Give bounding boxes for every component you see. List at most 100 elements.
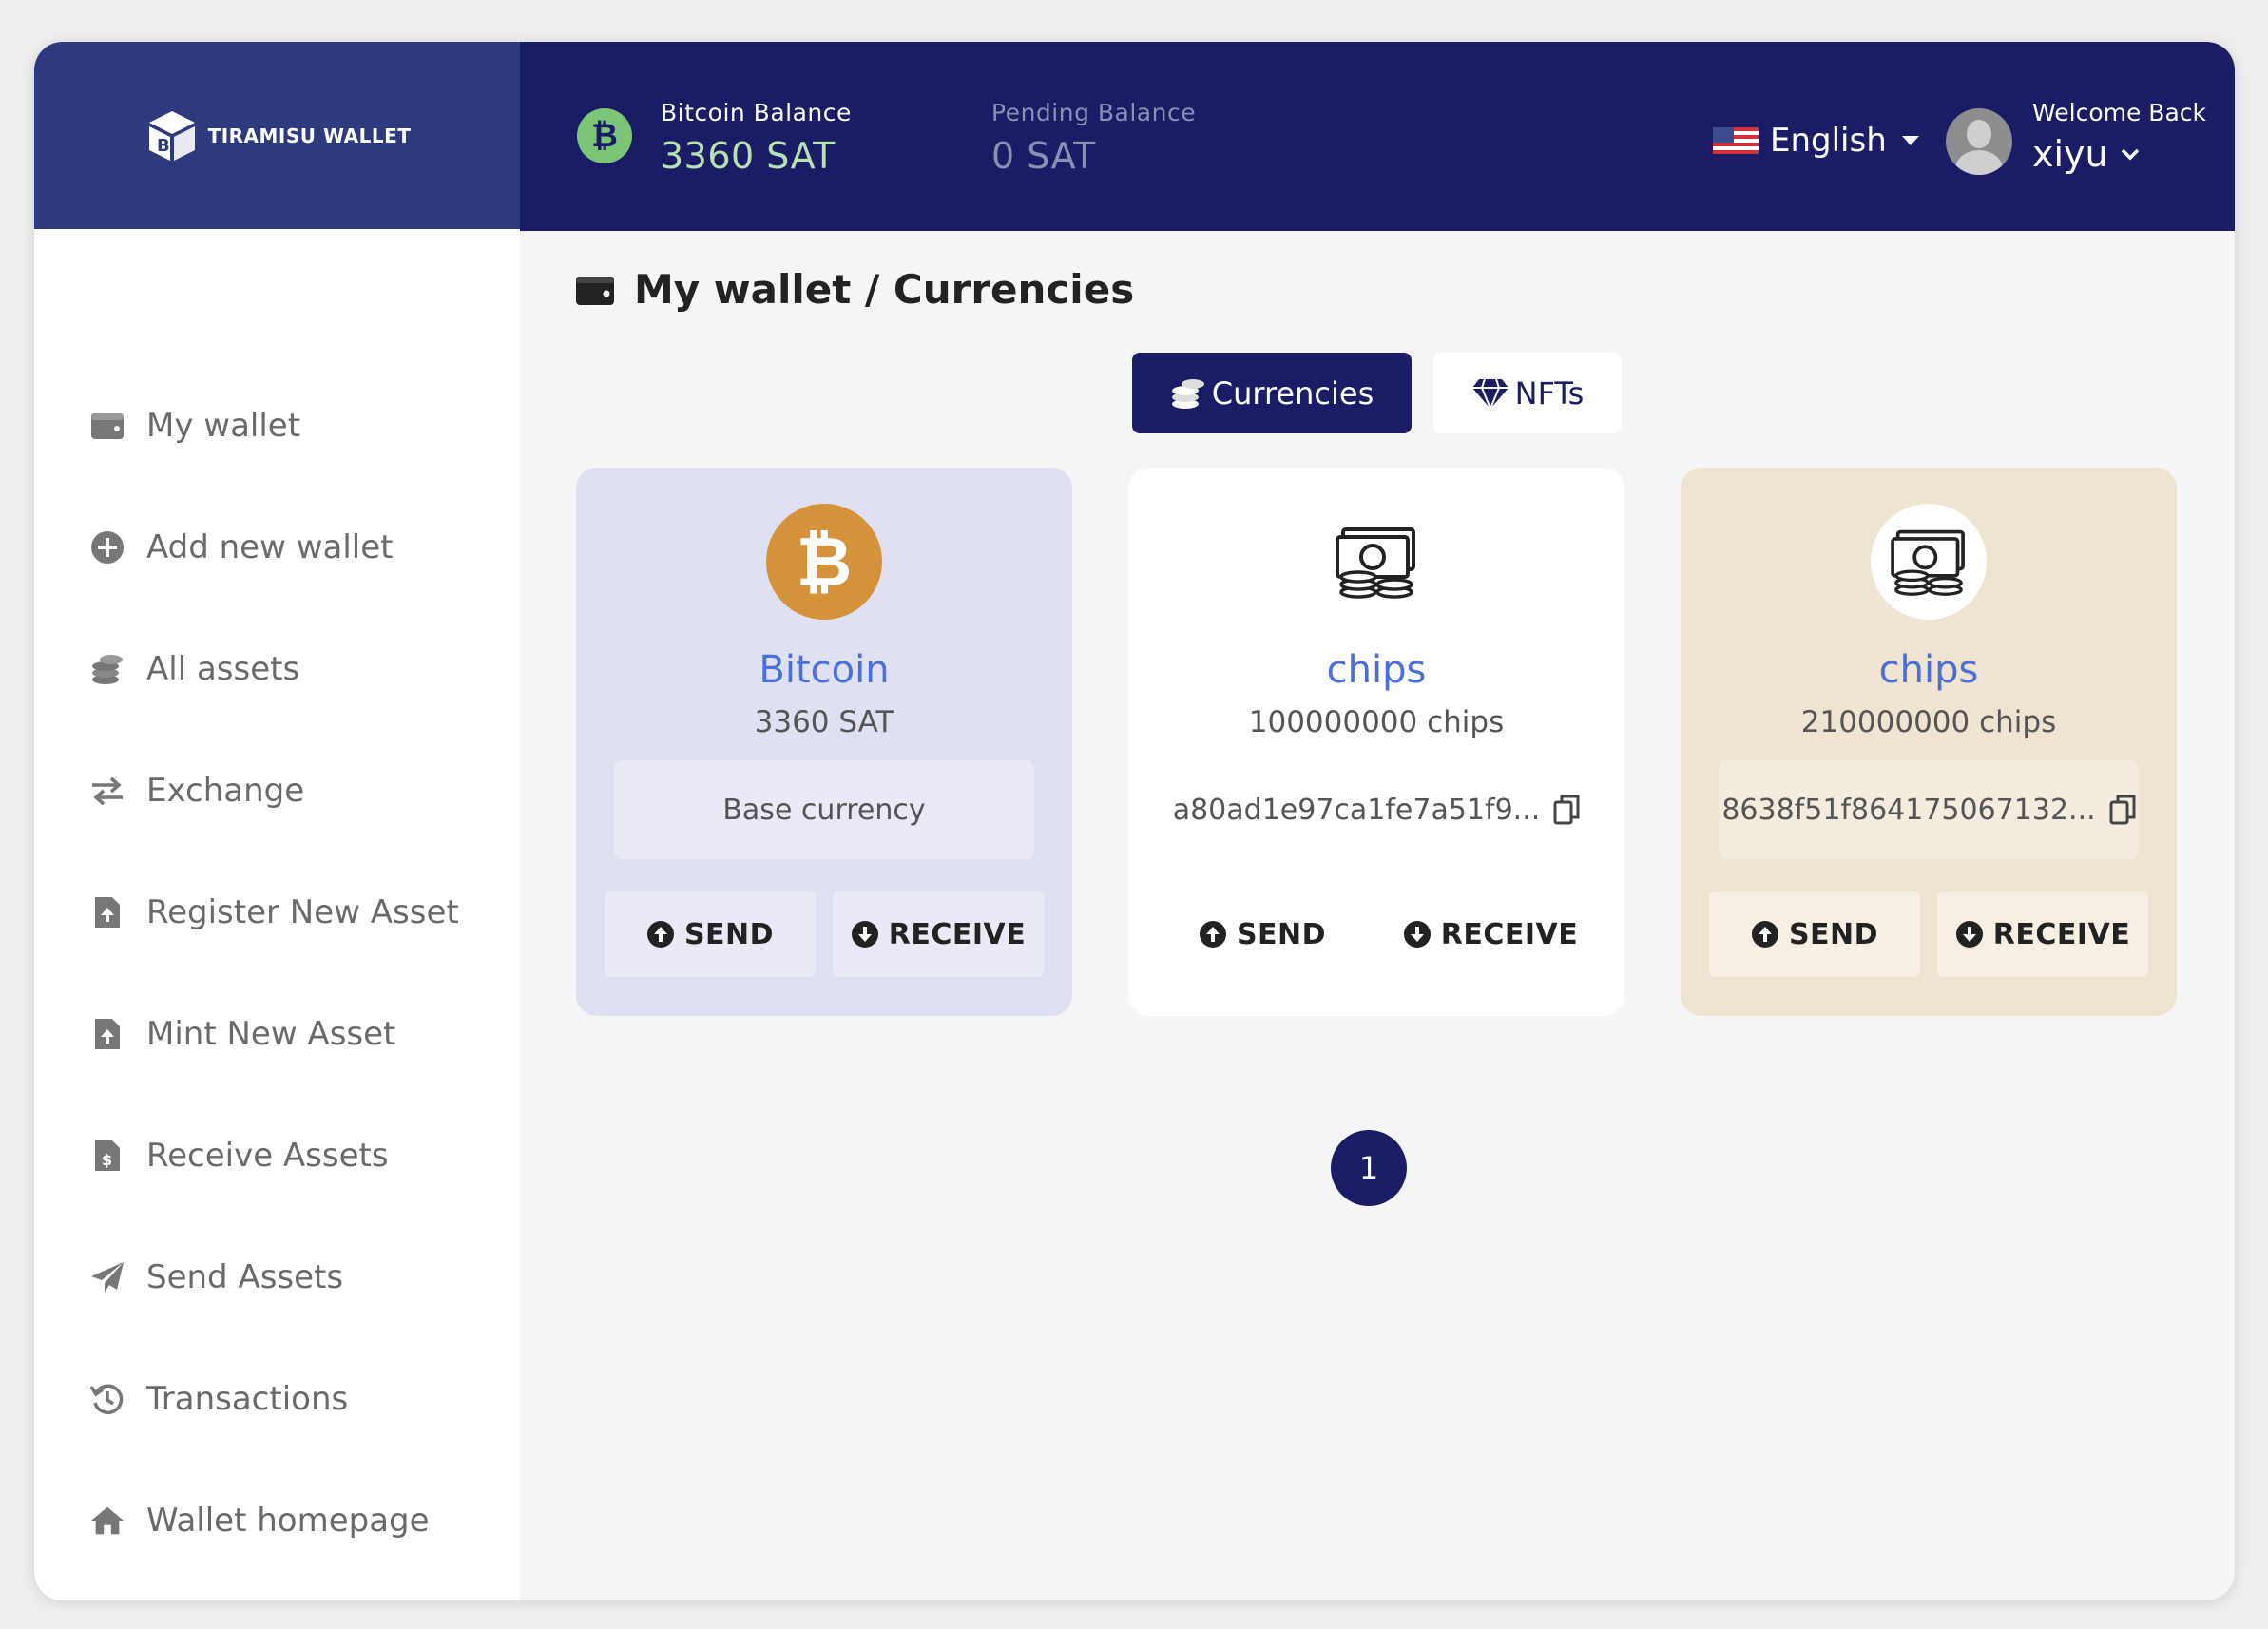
arrow-circle-up-icon	[646, 921, 674, 948]
sidebar-item-register-new-asset[interactable]: Register New Asset	[89, 884, 459, 941]
sidebar: My wallet Add new wallet All assets Exch…	[34, 229, 520, 1600]
chevron-down-icon	[2121, 148, 2139, 161]
receive-label: RECEIVE	[888, 917, 1027, 951]
sidebar-item-label: Receive Assets	[146, 1137, 389, 1175]
username: xiyu	[2032, 133, 2108, 175]
app-logo[interactable]: B TIRAMISU WALLET	[144, 107, 412, 164]
sidebar-item-wallet-homepage[interactable]: Wallet homepage	[89, 1492, 430, 1549]
currency-card-chips: chips 210000000 chips 8638f51f8641750671…	[1681, 468, 2177, 1016]
send-label: SEND	[1788, 917, 1879, 951]
receive-button[interactable]: RECEIVE	[1937, 891, 2148, 977]
file-upload-icon	[89, 1016, 125, 1052]
home-icon	[89, 1503, 125, 1539]
us-flag-icon	[1713, 127, 1759, 154]
send-button[interactable]: SEND	[605, 891, 816, 977]
tab-nfts[interactable]: NFTs	[1433, 353, 1622, 433]
base-currency-label: Base currency	[614, 760, 1034, 859]
sidebar-item-label: Exchange	[146, 772, 305, 810]
user-menu[interactable]: xiyu	[2032, 133, 2141, 175]
svg-text:B: B	[157, 136, 170, 156]
sidebar-item-label: Add new wallet	[146, 528, 394, 566]
page-title: My wallet / Currencies	[575, 266, 1134, 313]
asset-id-text: 8638f51f864175067132...	[1721, 793, 2096, 827]
bitcoin-icon: ₿	[577, 108, 632, 163]
currency-amount: 100000000 chips	[1248, 705, 1505, 739]
asset-id: 8638f51f864175067132...	[1719, 760, 2139, 859]
money-coins-icon	[1318, 504, 1434, 620]
send-label: SEND	[683, 917, 775, 951]
currency-card-chips: chips 100000000 chips a80ad1e97ca1fe7a51…	[1128, 468, 1624, 1016]
currency-name: chips	[1326, 648, 1427, 692]
bitcoin-balance-label: Bitcoin Balance	[661, 99, 852, 126]
copy-icon[interactable]	[1553, 795, 1580, 825]
bitcoin-balance-value: 3360 SAT	[661, 135, 836, 177]
file-upload-icon	[89, 894, 125, 930]
sidebar-item-my-wallet[interactable]: My wallet	[89, 397, 300, 454]
logo-text: TIRAMISU WALLET	[207, 124, 412, 147]
sidebar-item-label: Transactions	[146, 1380, 349, 1418]
arrow-circle-down-icon	[851, 921, 878, 948]
svg-text:$: $	[102, 1151, 112, 1169]
plus-circle-icon	[89, 529, 125, 565]
receive-label: RECEIVE	[1440, 917, 1579, 951]
top-bar: ₿ Bitcoin Balance 3360 SAT Pending Balan…	[520, 42, 2235, 231]
card-info-text: Base currency	[722, 793, 926, 827]
wallet-icon	[89, 408, 125, 444]
avatar[interactable]	[1946, 108, 2012, 175]
send-label: SEND	[1236, 917, 1327, 951]
receive-button[interactable]: RECEIVE	[833, 891, 1044, 977]
sidebar-item-label: All assets	[146, 650, 300, 688]
language-label: English	[1770, 122, 1887, 160]
currency-amount: 3360 SAT	[754, 705, 894, 739]
arrow-circle-up-icon	[1751, 921, 1778, 948]
gem-icon	[1471, 378, 1509, 410]
sidebar-item-transactions[interactable]: Transactions	[89, 1370, 348, 1428]
currency-name: Bitcoin	[759, 648, 890, 692]
arrow-circle-down-icon	[1403, 921, 1431, 948]
language-selector[interactable]: English	[1713, 122, 1919, 160]
sidebar-item-all-assets[interactable]: All assets	[89, 641, 299, 698]
sidebar-item-label: Register New Asset	[146, 893, 459, 931]
currency-amount: 210000000 chips	[1800, 705, 2057, 739]
caret-down-icon	[1901, 136, 1919, 145]
sidebar-item-label: Wallet homepage	[146, 1502, 430, 1540]
sidebar-item-add-new-wallet[interactable]: Add new wallet	[89, 519, 394, 576]
pending-balance-value: 0 SAT	[991, 135, 1096, 177]
bitcoin-logo-icon: ₿	[766, 504, 882, 620]
sidebar-item-label: My wallet	[146, 407, 301, 445]
currency-name: chips	[1878, 648, 1979, 692]
history-icon	[89, 1381, 125, 1417]
receive-button[interactable]: RECEIVE	[1385, 891, 1596, 977]
wallet-icon	[576, 276, 614, 305]
asset-id: a80ad1e97ca1fe7a51f9...	[1166, 760, 1586, 859]
send-button[interactable]: SEND	[1157, 891, 1368, 977]
page-title-text: My wallet / Currencies	[634, 266, 1135, 313]
sidebar-item-label: Mint New Asset	[146, 1015, 396, 1053]
welcome-text: Welcome Back	[2032, 99, 2206, 126]
receive-label: RECEIVE	[1992, 917, 2131, 951]
tab-label: NFTs	[1514, 374, 1585, 412]
currency-card-bitcoin: ₿ Bitcoin 3360 SAT Base currency SEND RE…	[576, 468, 1072, 1016]
paper-plane-icon	[89, 1259, 125, 1295]
send-button[interactable]: SEND	[1709, 891, 1920, 977]
coins-icon	[1171, 378, 1204, 409]
asset-id-text: a80ad1e97ca1fe7a51f9...	[1172, 793, 1541, 827]
tab-label: Currencies	[1211, 374, 1374, 412]
sidebar-item-send-assets[interactable]: Send Assets	[89, 1249, 343, 1306]
money-coins-icon	[1871, 504, 1987, 620]
file-invoice-dollar-icon: $	[89, 1138, 125, 1174]
sidebar-item-mint-new-asset[interactable]: Mint New Asset	[89, 1006, 395, 1063]
pagination-page-1[interactable]: 1	[1331, 1130, 1407, 1206]
logo-area: B TIRAMISU WALLET	[34, 42, 520, 229]
tab-currencies[interactable]: Currencies	[1132, 353, 1412, 433]
pending-balance-label: Pending Balance	[991, 99, 1197, 126]
coins-icon	[89, 651, 125, 687]
sidebar-item-receive-assets[interactable]: $ Receive Assets	[89, 1127, 389, 1184]
copy-icon[interactable]	[2109, 795, 2136, 825]
arrow-circle-up-icon	[1199, 921, 1226, 948]
tiramisu-cube-icon: B	[148, 110, 195, 161]
app-window: B TIRAMISU WALLET ₿ Bitcoin Balance 3360…	[34, 42, 2235, 1600]
sidebar-item-label: Send Assets	[146, 1258, 344, 1296]
sidebar-item-exchange[interactable]: Exchange	[89, 762, 304, 819]
exchange-icon	[89, 773, 125, 809]
